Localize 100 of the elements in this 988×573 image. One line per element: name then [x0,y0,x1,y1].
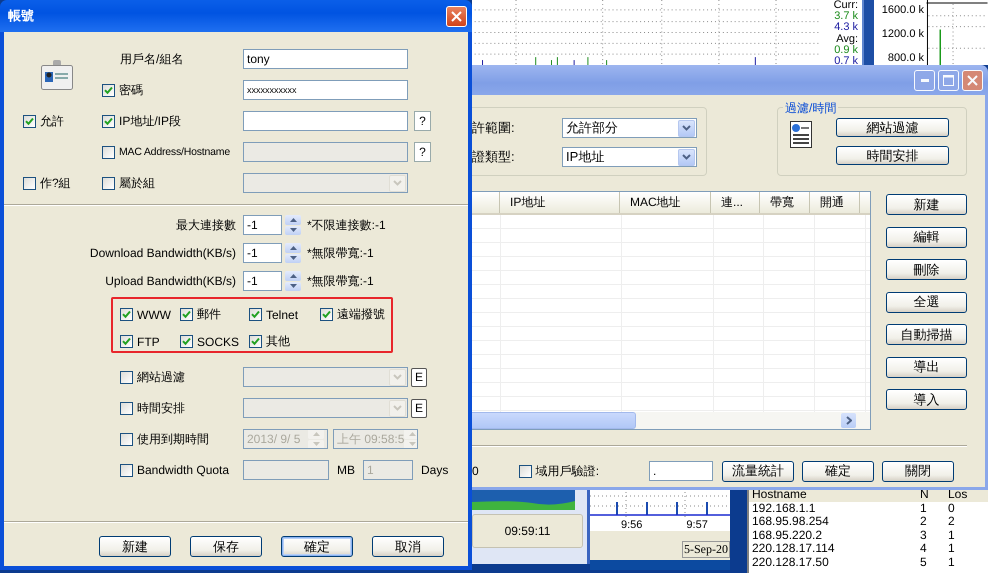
mac-field[interactable] [243,142,408,162]
domain-field[interactable]: . [649,461,714,481]
password-field[interactable]: xxxxxxxxxxx [243,80,408,100]
scroll-right-icon[interactable] [841,413,856,428]
scope-select[interactable]: 允許部分 [562,118,697,138]
checkbox[interactable] [102,114,115,128]
spin-buttons[interactable] [285,215,301,235]
checkbox[interactable] [120,464,133,476]
close-button[interactable] [962,70,983,90]
checkbox[interactable] [320,308,333,321]
unit-label: Days [421,463,448,477]
table-cell-text: 1 [948,528,956,542]
table-cell-text: 168.95.98.254 [752,515,830,528]
number-field[interactable]: -1 [243,215,282,235]
action-button[interactable]: 導入 [886,389,967,410]
help-button[interactable]: ? [414,111,431,131]
checkbox-label: 網站過濾 [137,368,185,386]
unit-label: MB [337,463,355,477]
quota-field[interactable] [243,460,329,480]
column-header[interactable]: IP地址 [500,192,620,213]
dialog-button[interactable]: 確定 [281,536,353,557]
checkbox[interactable] [180,335,193,348]
checkbox[interactable] [23,176,36,190]
action-button[interactable]: 導出 [886,356,967,378]
checkbox[interactable] [518,464,532,478]
checkbox[interactable] [180,308,193,321]
checkbox[interactable] [102,146,115,158]
action-button[interactable]: 全選 [886,292,967,312]
filter-button[interactable]: 時間安排 [836,146,949,165]
checkbox[interactable] [23,114,36,128]
checkbox[interactable] [102,176,115,190]
stat-label: Curr: [834,0,858,11]
field-label: 用戶名/組名 [120,50,184,68]
username-field[interactable]: tony [243,49,408,69]
filter-button[interactable]: 網站過濾 [836,118,949,137]
checkbox-label: SOCKS [197,334,240,348]
stat-value: 4.3 k [834,22,858,34]
table-cell-text: 220.128.17.114 [752,542,836,556]
action-button[interactable]: 編輯 [886,226,967,248]
stat-value: 3.7 k [834,11,858,22]
minimize-icon [920,78,928,82]
checkbox-label: 作?組 [40,174,71,192]
column-header[interactable]: 連... [711,192,760,213]
stat-value: 0.7 k [834,56,858,65]
hint-text: *無限帶寬:-1 [307,244,374,262]
spin-buttons[interactable] [285,243,301,263]
checkbox[interactable] [102,84,115,96]
field-label: 最大連接數 [175,216,236,234]
checkbox-label: WWW [137,308,171,322]
hint-text: *不限連接數:-1 [307,216,386,234]
checkbox[interactable] [120,335,133,348]
ip-field[interactable] [243,111,408,131]
group-title: 過濾/時間 [783,100,838,117]
checkbox-label: FTP [137,334,160,348]
checkbox[interactable] [120,402,133,414]
table-cell-text: 1 [920,502,928,515]
help-button[interactable]: ? [414,142,431,162]
column-header[interactable]: N [920,488,948,502]
checkbox-label: 郵件 [197,306,221,323]
action-button[interactable]: 刪除 [886,259,967,280]
dialog-button[interactable]: 確定 [802,460,874,482]
dialog-button[interactable]: 關閉 [882,460,954,482]
action-button[interactable]: 新建 [886,194,967,215]
dialog-button[interactable]: 取消 [372,536,444,557]
checkbox[interactable] [120,308,133,321]
axis-label: 1600.0 k [882,4,924,16]
column-header[interactable]: MAC地址 [620,192,711,213]
field-label: 許範圍: [472,119,516,137]
close-button[interactable] [446,6,467,26]
checkbox[interactable] [249,308,262,321]
checkbox[interactable] [120,370,133,384]
stat-value: 0.9 k [834,44,858,56]
column-header[interactable]: Hostname [752,488,920,502]
axis-label: 1200.0 k [882,28,924,40]
close-icon [967,74,978,86]
action-button[interactable]: 自動掃描 [886,324,967,345]
dialog-button[interactable]: 保存 [190,536,262,557]
column-header[interactable]: Los [948,488,988,502]
field-label: Upload Bandwidth(KB/s) [104,274,236,288]
auth-type-select[interactable]: IP地址 [562,147,697,167]
date-label: 5-Sep-20 [682,541,730,558]
spin-buttons[interactable] [285,271,301,291]
checkbox-label: IP地址/IP段 [119,112,182,130]
scrollbar-thumb[interactable] [472,412,636,429]
number-field[interactable]: -1 [243,271,282,291]
dialog-button[interactable]: 新建 [99,536,171,557]
checkbox[interactable] [249,335,262,348]
table-cell-text: 168.95.220.2 [752,528,824,542]
edit-button[interactable]: E [411,368,427,386]
maximize-icon [943,74,954,86]
checkbox[interactable] [120,432,133,446]
number-field[interactable]: -1 [243,243,282,263]
dialog-button[interactable]: 流量統計 [722,460,794,482]
table-cell-text: 192.168.1.1 [752,502,816,515]
column-header[interactable]: 開通 [810,192,860,213]
web-page-icon [790,121,812,148]
stat-label: Avg: [836,34,858,45]
column-header[interactable]: 帶寬 [760,192,810,213]
clock-text: 09:59:11 [472,514,583,548]
edit-button[interactable]: E [411,398,427,418]
